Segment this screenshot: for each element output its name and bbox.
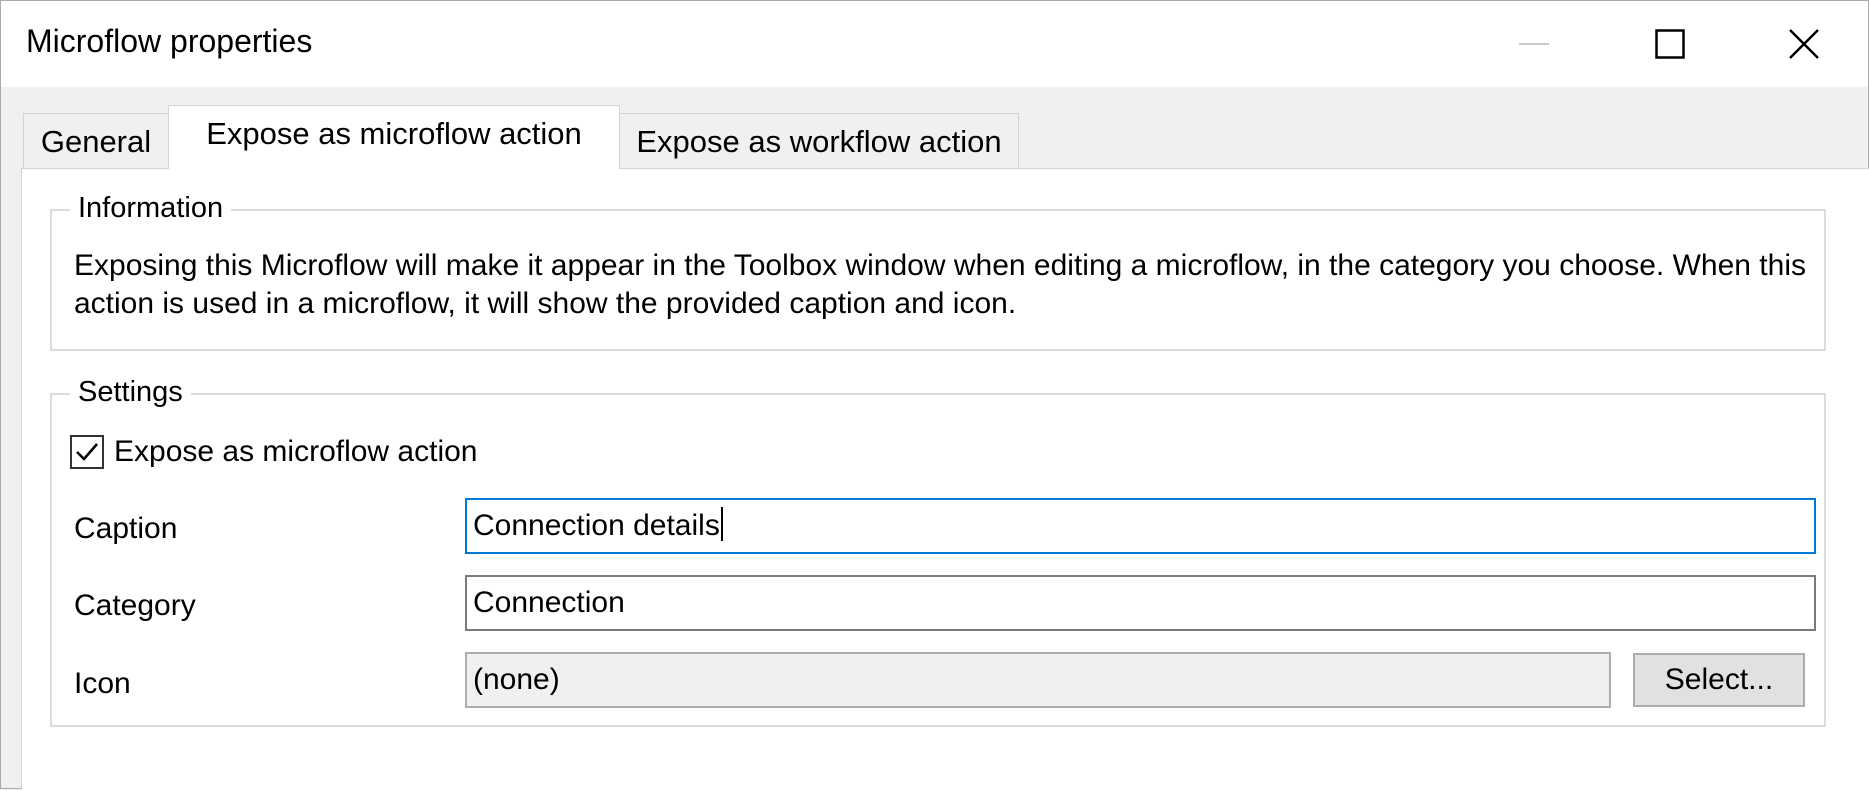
caption-value: Connection details (473, 509, 720, 542)
information-text: Exposing this Microflow will make it app… (74, 249, 1806, 320)
settings-group: Settings Expose as microflow action Capt… (50, 376, 1826, 727)
tab-expose-microflow-label: Expose as microflow action (206, 115, 582, 151)
category-value: Connection (473, 586, 625, 619)
minimize-button (1491, 1, 1577, 87)
icon-label: Icon (74, 667, 131, 700)
caption-input[interactable]: Connection details (465, 498, 1816, 554)
microflow-properties-dialog: Microflow properties General Expose as m… (0, 0, 1869, 790)
information-legend: Information (70, 192, 232, 225)
icon-field: (none) (465, 652, 1611, 708)
icon-value: (none) (473, 663, 560, 696)
tab-expose-as-workflow-action[interactable]: Expose as workflow action (619, 113, 1019, 169)
checkmark-icon (76, 443, 98, 461)
information-group: Information Exposing this Microflow will… (50, 192, 1826, 351)
select-icon-button-label: Select... (1664, 663, 1774, 696)
tab-expose-as-microflow-action[interactable]: Expose as microflow action (168, 105, 620, 169)
maximize-icon (1655, 29, 1685, 59)
expose-checkbox[interactable] (70, 435, 104, 469)
select-icon-button[interactable]: Select... (1633, 653, 1805, 707)
expose-checkbox-row[interactable]: Expose as microflow action (70, 435, 478, 469)
tab-strip: General Expose as microflow action Expos… (23, 105, 1123, 169)
maximize-button[interactable] (1627, 1, 1713, 87)
title-bar[interactable]: Microflow properties (1, 1, 1868, 87)
window-title: Microflow properties (26, 23, 313, 59)
tab-general-label: General (40, 123, 152, 159)
text-caret (720, 507, 723, 542)
tab-panel: Information Exposing this Microflow will… (21, 168, 1869, 790)
caption-label: Caption (74, 512, 178, 545)
close-button[interactable] (1761, 1, 1847, 87)
tab-general[interactable]: General (23, 113, 169, 169)
close-icon (1789, 29, 1819, 59)
category-label: Category (74, 589, 196, 622)
minimize-icon (1519, 43, 1549, 45)
category-input[interactable]: Connection (465, 575, 1816, 631)
expose-checkbox-label: Expose as microflow action (114, 435, 478, 468)
settings-legend: Settings (70, 376, 191, 409)
tab-expose-workflow-label: Expose as workflow action (636, 123, 1002, 159)
